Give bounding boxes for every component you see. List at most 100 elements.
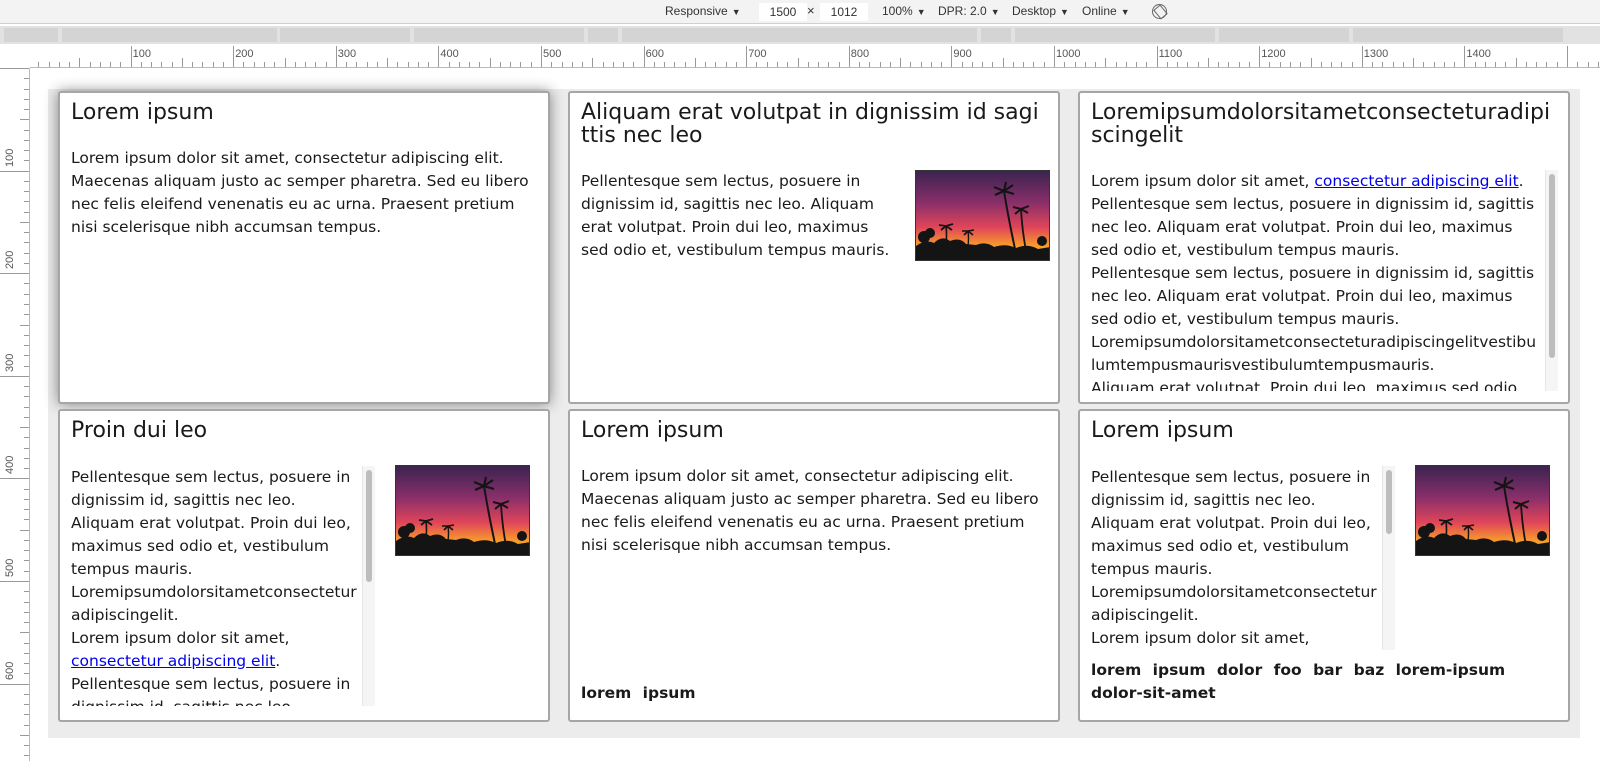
ruler-tick (1187, 62, 1189, 67)
device-mode-label: Responsive (665, 4, 728, 18)
scrollbar-thumb[interactable] (1386, 470, 1392, 534)
media-query-segment[interactable] (1015, 28, 1215, 42)
media-query-segment[interactable] (1353, 28, 1563, 42)
media-query-segment[interactable] (4, 28, 58, 42)
scrollbar-thumb[interactable] (1549, 174, 1555, 358)
ruler-tick (612, 62, 614, 67)
ruler-tick (130, 46, 132, 67)
network-dropdown[interactable]: Online ▼ (1082, 4, 1130, 18)
ruler-tick (274, 62, 276, 67)
ruler-tick (24, 539, 29, 541)
media-query-segment[interactable] (280, 28, 410, 42)
ruler-tick (499, 62, 501, 67)
ruler-tick (376, 62, 378, 67)
ruler-tick (120, 62, 122, 67)
ruler-tick (24, 498, 29, 500)
card-scroll-area[interactable]: Pellentesque sem lectus, posuere in dign… (1091, 466, 1383, 650)
media-query-segment[interactable] (414, 28, 584, 42)
scrollbar[interactable] (362, 466, 375, 706)
scrollbar[interactable] (1545, 170, 1558, 391)
ruler-tick (346, 62, 348, 67)
ruler-tick (448, 62, 450, 67)
sunset-image (915, 170, 1050, 261)
device-toolbar: Responsive ▼ 1500 × 1012 100% ▼ DPR: 2.0 ▼ … (0, 0, 1600, 24)
ruler-tick (879, 62, 881, 67)
ruler-tick (0, 683, 29, 685)
ruler-tick (222, 62, 224, 67)
ruler-label: 600 (4, 661, 16, 680)
ruler-tick (315, 62, 317, 67)
dpr-dropdown[interactable]: DPR: 2.0 ▼ (938, 4, 1000, 18)
height-input[interactable]: 1012 (820, 3, 868, 21)
media-query-segment[interactable] (1219, 28, 1349, 42)
scrollbar[interactable] (1382, 466, 1395, 650)
ruler-tick (24, 160, 29, 162)
ruler-tick (1474, 62, 1476, 67)
ruler-tick (869, 62, 871, 67)
ruler-tick (24, 365, 29, 367)
card-text: Loremipsumdolorsitametconsecteturadipisc… (71, 583, 357, 624)
ruler-tick (24, 386, 29, 388)
card[interactable]: Proin dui leo Pellentesque sem lectus, p… (58, 409, 550, 722)
ruler-tick (1495, 62, 1497, 67)
media-query-segment[interactable] (622, 28, 977, 42)
ruler-tick (24, 745, 29, 747)
ruler-tick (24, 129, 29, 131)
device-type-dropdown[interactable]: Desktop ▼ (1012, 4, 1069, 18)
card[interactable]: Loremipsumdolorsitametconsecteturadipisc… (1078, 91, 1570, 404)
vertical-ruler: 100 200 300 400 500 600 (0, 68, 30, 761)
ruler-tick (1033, 62, 1035, 67)
card-text: Lorem ipsum dolor sit amet, (1091, 629, 1310, 647)
ruler-label: 500 (4, 558, 16, 577)
ruler-tick (1238, 62, 1240, 67)
ruler-tick (24, 334, 29, 336)
ruler-tick (243, 62, 245, 67)
ruler-tick (1279, 62, 1281, 67)
ruler-tick (1146, 62, 1148, 67)
ruler-tick (684, 62, 686, 67)
card-scroll-area[interactable]: Pellentesque sem lectus, posuere in dign… (71, 466, 363, 706)
card[interactable]: Lorem ipsum Pellentesque sem lectus, pos… (1078, 409, 1570, 722)
device-mode-dropdown[interactable]: Responsive ▼ (665, 4, 741, 18)
ruler-tick (325, 62, 327, 67)
ruler-tick (1423, 62, 1425, 67)
media-query-segment[interactable] (981, 28, 1011, 42)
card[interactable]: Lorem ipsum Lorem ipsum dolor sit amet, … (568, 409, 1060, 722)
ruler-tick (24, 488, 29, 490)
ruler-tick (24, 509, 29, 511)
zoom-dropdown[interactable]: 100% ▼ (882, 4, 926, 18)
caret-down-icon: ▼ (990, 7, 1000, 17)
ruler-tick (24, 201, 29, 203)
card[interactable]: Lorem ipsum Lorem ipsum dolor sit amet, … (58, 91, 550, 404)
card-scroll-area[interactable]: Lorem ipsum dolor sit amet, consectetur … (1091, 170, 1537, 391)
ruler-tick (489, 58, 491, 67)
ruler-tick (305, 62, 307, 67)
rotate-icon[interactable] (1152, 4, 1167, 19)
dpr-label: DPR: 2.0 (938, 4, 987, 18)
media-query-bar[interactable] (0, 26, 1600, 44)
text-fragment: Lorem ipsum dolor sit amet, (1091, 172, 1315, 190)
media-query-segment[interactable] (62, 28, 277, 42)
ruler-tick (1505, 62, 1507, 67)
ruler-label: 400 (440, 48, 459, 60)
ruler-tick (24, 591, 29, 593)
width-input[interactable]: 1500 (759, 3, 807, 21)
ruler-label: 600 (645, 48, 664, 60)
ruler-tick (1218, 62, 1220, 67)
text-link[interactable]: consectetur adipiscing elit (71, 652, 275, 670)
ruler-tick (1228, 62, 1230, 67)
ruler-tick (920, 62, 922, 67)
ruler-tick (263, 62, 265, 67)
tag-list: lorem ipsum dolor foo bar baz lorem-ipsu… (1091, 661, 1506, 702)
text-link[interactable]: consectetur adipiscing elit (1314, 172, 1518, 190)
scrollbar-thumb[interactable] (366, 470, 372, 582)
ruler-label: 300 (4, 353, 16, 372)
ruler-tick (1177, 62, 1179, 67)
card[interactable]: Aliquam erat volutpat in dignissim id sa… (568, 91, 1060, 404)
ruler-tick (151, 62, 153, 67)
media-query-segment[interactable] (588, 28, 618, 42)
ruler-tick (643, 46, 645, 67)
ruler-tick (0, 375, 29, 377)
ruler-tick (551, 62, 553, 67)
ruler-tick (1300, 62, 1302, 67)
